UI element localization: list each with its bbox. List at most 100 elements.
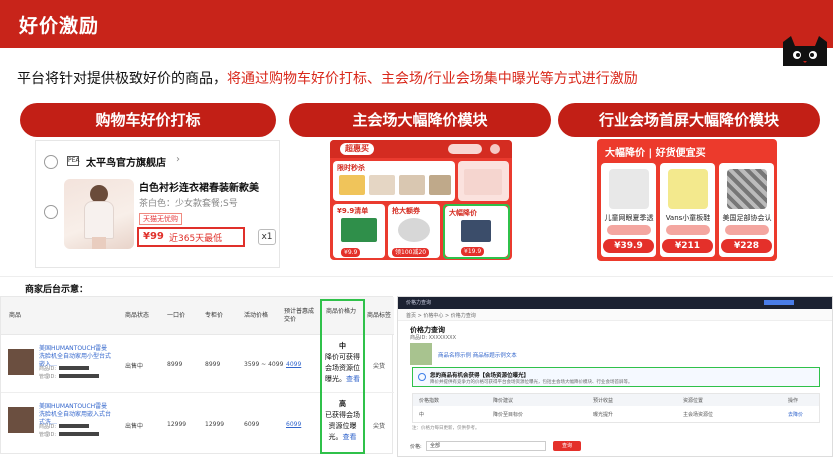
nine-nine-module[interactable]: ¥9.9清单 ¥9.9 <box>333 204 385 258</box>
grid-action-link[interactable]: 去降价 <box>788 411 803 418</box>
tag-value: 尖货 <box>373 423 386 430</box>
section-subtitle: 商品ID: XXXXXXXX <box>410 335 457 341</box>
counter-price-value: 8999 <box>205 361 221 368</box>
shop-name[interactable]: 太平鸟官方旗舰店 <box>86 154 166 169</box>
grid-col: 操作 <box>788 398 799 404</box>
product-title-link[interactable]: 商品名称示例 商品标题示例文本 <box>438 351 517 359</box>
breadcrumb: 首页 > 价格中心 > 价格力查询 <box>398 309 832 321</box>
cart-preview: PEA 太平鸟官方旗舰店 › 白色衬衫连衣裙春装新款美 茶白色：少女款套餐;S号… <box>35 140 280 268</box>
module-price: ¥9.9 <box>341 248 361 257</box>
product-card[interactable]: 儿童网眼夏季透 ¥39.9 <box>601 163 656 257</box>
product-thumb <box>410 343 432 365</box>
product-summary: 商品名称示例 商品标题示例文本 <box>410 343 820 365</box>
query-button[interactable]: 查询 <box>553 441 581 451</box>
manage-id-label: 管理ID: <box>39 374 57 380</box>
service-badge: 天猫无忧购 <box>139 213 182 225</box>
product-card-name: 儿童网眼夏季透 <box>604 214 654 222</box>
module-label: 限时秒杀 <box>337 164 365 172</box>
grid-col: 资源位置 <box>683 398 704 404</box>
subtitle-highlight: 将通过购物车好价打标、主会场/行业会场集中曝光等方式进行激励 <box>227 71 638 87</box>
shop-radio[interactable] <box>44 155 58 169</box>
notice-body: 降价并提供有竞争力的价格可获得平台会场资源位曝光，包括主会场大幅降价模块、行业会… <box>430 380 633 385</box>
coupon-module[interactable]: 抢大额券 领100减20 <box>388 204 440 258</box>
grid-cell: 中 <box>419 412 425 418</box>
product-radio[interactable] <box>44 205 58 219</box>
good-price-tag: ¥99 近365天最低 <box>137 227 245 247</box>
product-name[interactable]: 白色衬衫连衣裙春装新款美 <box>139 179 259 194</box>
col-status: 商品状态 <box>125 312 150 319</box>
flash-sale-module[interactable]: 限时秒杀 <box>333 161 455 201</box>
capacity-text: 降价可获得 <box>325 353 360 361</box>
activity-price-value: 6099 <box>244 421 260 428</box>
view-link[interactable]: 查看 <box>343 433 357 441</box>
est-price-link[interactable]: 6099 <box>286 421 301 428</box>
cart-panel-title: 购物车好价打标 <box>20 103 276 137</box>
subtitle-prefix: 平台将针对提供极致好价的商品， <box>17 71 227 87</box>
product-thumb <box>8 407 34 433</box>
col-tag: 商品标签 <box>367 312 392 319</box>
activity-pill <box>448 144 482 154</box>
capacity-text: 已获得会场 <box>325 411 360 419</box>
grid-cell: 主会场资源位 <box>683 412 714 418</box>
module-label: ¥9.9清单 <box>337 207 369 215</box>
info-icon <box>418 373 426 381</box>
promo-side-module[interactable] <box>458 161 509 201</box>
venue-banner-label: 超惠买 <box>340 143 374 155</box>
product-price: ¥99 <box>143 231 164 242</box>
capacity-cell: 中 降价可获得 会场资源位 曝光。查看 <box>322 341 363 385</box>
capacity-text: 曝光。 <box>325 375 346 383</box>
page-title: 好价激励 <box>19 15 100 37</box>
col-product: 商品 <box>9 312 22 319</box>
view-link[interactable]: 查看 <box>346 375 360 383</box>
col-activity-price: 活动价格 <box>244 312 269 319</box>
capacity-text: 光。 <box>328 433 343 441</box>
capacity-text: 会场资源位 <box>325 364 360 372</box>
product-card-name: Vans小童板鞋 <box>665 214 711 222</box>
col-counter-price: 专柜价 <box>205 312 224 319</box>
topbar-link[interactable] <box>764 300 794 305</box>
shop-logo: PEA <box>67 156 80 166</box>
product-id-label: 商品ID: <box>39 424 57 430</box>
price-capacity-highlight: 中 降价可获得 会场资源位 曝光。查看 高 已获得会场 资源位曝 光。查看 <box>320 299 365 454</box>
tag-value: 尖货 <box>373 363 386 370</box>
venue-banner: 超惠买 <box>330 140 512 158</box>
subtitle: 平台将针对提供极致好价的商品，将通过购物车好价打标、主会场/行业会场集中曝光等方… <box>17 68 638 88</box>
product-card-price: ¥39.9 <box>603 239 654 253</box>
est-price-link[interactable]: 4099 <box>286 361 301 368</box>
product-card[interactable]: Vans小童板鞋 ¥211 <box>660 163 715 257</box>
product-image[interactable] <box>64 179 134 249</box>
module-price: 领100减20 <box>392 248 430 257</box>
product-card-price: ¥228 <box>721 239 772 253</box>
industry-venue-preview: 大幅降价 | 好货便宜买 儿童网眼夏季透 ¥39.9 Vans小童板鞋 ¥211… <box>597 139 777 261</box>
capacity-level: 高 <box>339 400 346 408</box>
main-venue-preview: 超惠买 限时秒杀 ¥9.9清单 ¥9.9 抢大额券 领100减20 大幅降价 ¥… <box>330 140 512 260</box>
product-id-label: 商品ID: <box>39 366 57 372</box>
app-topbar: 价格力查询 <box>398 297 832 309</box>
section-divider <box>0 276 833 277</box>
product-card-price: ¥211 <box>662 239 713 253</box>
status-value: 出售中 <box>125 423 144 430</box>
module-label: 抢大额券 <box>392 207 420 215</box>
grid-cell: 降价至目标价 <box>493 412 524 418</box>
avatar <box>490 144 500 154</box>
product-card[interactable]: 美国足部协会认 ¥228 <box>719 163 774 257</box>
manage-id-label: 管理ID: <box>39 432 57 438</box>
col-price: 一口价 <box>167 312 186 319</box>
grid-cell: 曝光提升 <box>593 412 614 418</box>
product-card-name: 美国足部协会认 <box>722 214 772 222</box>
price-value: 12999 <box>167 421 187 428</box>
activity-price-value: 3599 ~ 4099 <box>244 361 284 368</box>
grid-col: 预计收益 <box>593 398 614 404</box>
col-est-price: 预计普惠成交价 <box>284 308 315 323</box>
capacity-level: 中 <box>339 342 346 350</box>
backend-label: 商家后台示意： <box>25 285 89 295</box>
footer-note: 注：价格力每日更新，仅供参考。 <box>412 426 480 431</box>
product-thumb <box>8 349 34 375</box>
header-bar: 好价激励 <box>0 0 833 66</box>
product-sku[interactable]: 茶白色：少女款套餐;S号 <box>139 196 238 209</box>
breadcrumb-text[interactable]: 首页 > 价格中心 > 价格力查询 <box>406 312 476 319</box>
filter-select[interactable]: 全部 <box>426 441 546 451</box>
tmall-cat-icon <box>783 36 827 66</box>
quantity-stepper[interactable]: x1 <box>258 229 276 245</box>
notice-title: 您的商品有机会获得【会场资源位曝光】 <box>430 373 530 379</box>
